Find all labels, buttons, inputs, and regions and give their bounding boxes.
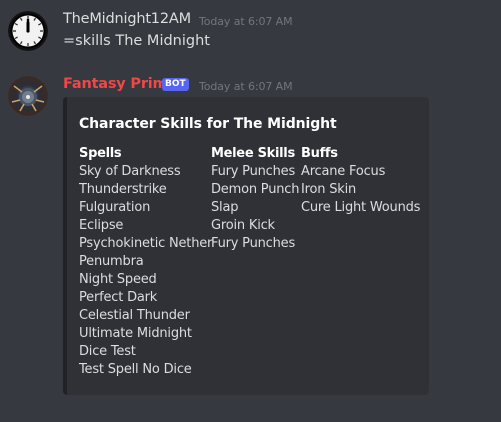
list-item: Fury Punches (211, 164, 296, 179)
list-item: Fury Punches (211, 236, 296, 251)
list-item: Eclipse (79, 218, 124, 233)
list-item: Slap (211, 200, 239, 215)
list-item: Cure Light Wounds (301, 200, 421, 215)
list-item: Fulguration (79, 200, 151, 215)
field-name: Spells (79, 146, 122, 161)
embed-title: Character Skills for The Midnight (79, 116, 337, 132)
field-spells: Spells Sky of Darkness Thunderstrike Ful… (79, 145, 212, 379)
field-value: Arcane Focus Iron Skin Cure Light Wounds (301, 163, 420, 217)
field-buffs: Buffs Arcane Focus Iron Skin Cure Light … (301, 145, 420, 217)
timestamp: Today at 6:07 AM (199, 15, 293, 28)
list-item: Perfect Dark (79, 290, 158, 305)
clock-avatar[interactable] (8, 11, 48, 51)
skills-embed: Character Skills for The Midnight Spells… (63, 97, 429, 395)
field-value: Fury Punches Demon Punch Slap Groin Kick… (211, 163, 299, 253)
message-text: =skills The Midnight (63, 33, 210, 49)
list-item: Sky of Darkness (79, 164, 181, 179)
list-item: Arcane Focus (301, 164, 386, 179)
list-item: Thunderstrike (79, 182, 167, 197)
list-item: Dice Test (79, 344, 136, 359)
fantasy-prime-avatar[interactable] (8, 76, 48, 116)
timestamp: Today at 6:07 AM (199, 80, 293, 93)
bot-tag: BOT (162, 78, 189, 91)
username[interactable]: TheMidnight12AM (63, 11, 191, 27)
field-name: Buffs (301, 146, 338, 161)
list-item: Penumbra (79, 254, 144, 269)
field-value: Sky of Darkness Thunderstrike Fulguratio… (79, 163, 212, 379)
field-melee-skills: Melee Skills Fury Punches Demon Punch Sl… (211, 145, 299, 253)
list-item: Night Speed (79, 272, 157, 287)
list-item: Demon Punch (211, 182, 300, 197)
list-item: Groin Kick (211, 218, 275, 233)
list-item: Test Spell No Dice (79, 362, 192, 377)
list-item: Celestial Thunder (79, 308, 190, 323)
list-item: Psychokinetic Nether (79, 236, 213, 251)
field-name: Melee Skills (211, 146, 295, 161)
list-item: Ultimate Midnight (79, 326, 192, 341)
list-item: Iron Skin (301, 182, 357, 197)
bot-username[interactable]: Fantasy Prime (63, 76, 177, 92)
